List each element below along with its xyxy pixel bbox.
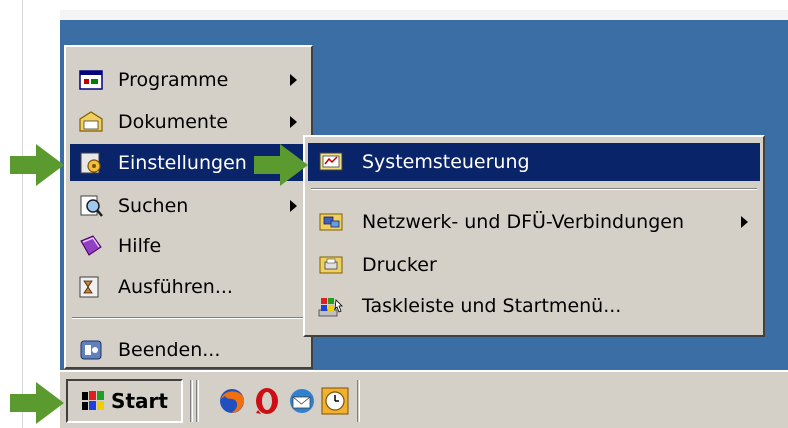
start-menu: Programme Dokumente Einstellungen Suchen…	[64, 45, 313, 369]
submenu-item-label: Drucker	[362, 254, 437, 276]
menu-item-ausfuehren[interactable]: Ausführen...	[70, 268, 309, 305]
start-button[interactable]: Start	[66, 379, 183, 423]
submenu-separator	[311, 188, 757, 190]
menu-item-beenden[interactable]: Beenden...	[70, 331, 309, 368]
menu-item-label: Ausführen...	[118, 275, 233, 298]
menu-item-label: Hilfe	[118, 234, 162, 257]
menu-separator	[72, 317, 307, 319]
left-margin	[0, 0, 23, 428]
settings-icon	[76, 148, 106, 178]
printers-icon	[316, 250, 346, 280]
taskbar-startmenu-icon	[316, 291, 346, 321]
arrow-right-icon	[10, 144, 64, 186]
programs-icon	[76, 65, 106, 95]
start-button-label: Start	[111, 389, 168, 413]
arrow-right-icon	[10, 382, 64, 424]
settings-submenu: Systemsteuerung Netzwerk- und DFÜ-Verbin…	[303, 135, 765, 337]
thunderbird-icon[interactable]	[287, 386, 317, 416]
submenu-item-label: Taskleiste und Startmenü...	[362, 295, 622, 317]
run-icon	[76, 272, 106, 302]
chevron-right-icon	[290, 199, 297, 212]
help-icon	[76, 231, 106, 261]
menu-item-hilfe[interactable]: Hilfe	[70, 227, 309, 264]
documents-icon	[76, 107, 106, 137]
search-icon	[76, 191, 106, 221]
menu-item-label: Dokumente	[118, 110, 229, 133]
chevron-right-icon	[741, 216, 748, 228]
submenu-item-taskleiste[interactable]: Taskleiste und Startmenü...	[308, 287, 760, 325]
submenu-item-label: Systemsteuerung	[362, 151, 530, 173]
control-panel-icon	[316, 147, 346, 177]
clock-icon[interactable]	[320, 386, 350, 416]
menu-item-label: Suchen	[118, 194, 189, 217]
taskbar-divider	[357, 380, 360, 422]
menu-item-label: Programme	[118, 68, 229, 91]
menu-item-suchen[interactable]: Suchen	[70, 187, 309, 224]
windows-logo-icon	[81, 390, 107, 412]
taskbar-divider	[190, 380, 193, 422]
chevron-right-icon	[290, 115, 297, 128]
opera-icon[interactable]	[252, 386, 282, 416]
firefox-icon[interactable]	[217, 386, 247, 416]
menu-item-dokumente[interactable]: Dokumente	[70, 103, 309, 140]
network-connections-icon	[316, 207, 346, 237]
shutdown-icon	[76, 335, 106, 365]
desktop-top-strip	[60, 10, 788, 20]
submenu-item-label: Netzwerk- und DFÜ-Verbindungen	[362, 211, 684, 233]
submenu-item-systemsteuerung[interactable]: Systemsteuerung	[308, 143, 760, 181]
submenu-item-netzwerk[interactable]: Netzwerk- und DFÜ-Verbindungen	[308, 203, 760, 241]
menu-item-programme[interactable]: Programme	[70, 61, 309, 98]
chevron-right-icon	[290, 73, 297, 86]
menu-item-label: Beenden...	[118, 338, 221, 361]
taskbar-divider	[196, 380, 199, 422]
arrow-right-icon	[254, 144, 308, 186]
submenu-item-drucker[interactable]: Drucker	[308, 246, 760, 284]
